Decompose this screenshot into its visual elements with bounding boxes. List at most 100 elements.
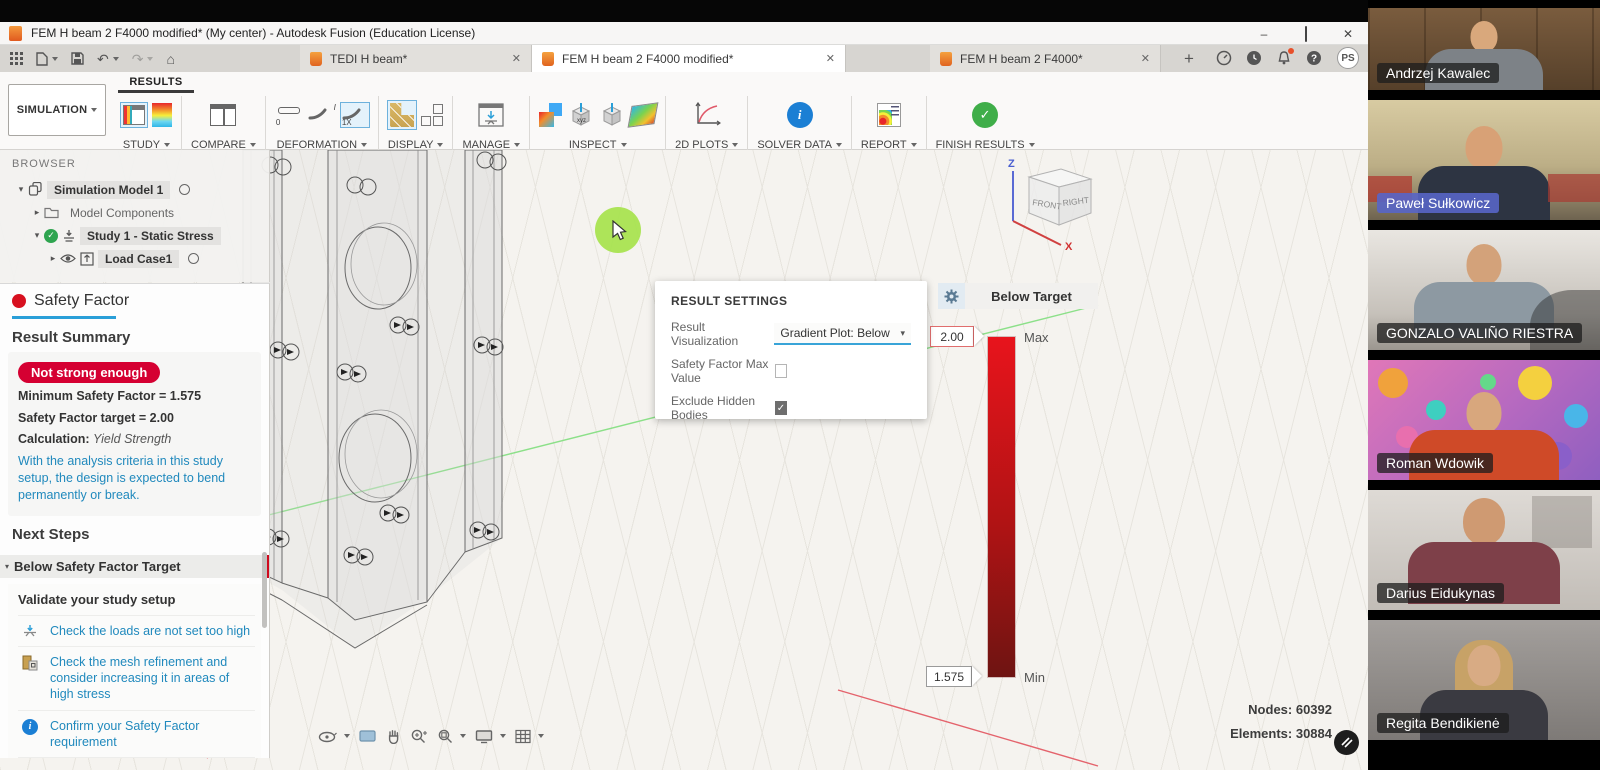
2d-plot-icon[interactable]: [693, 102, 721, 128]
participant-tile[interactable]: Regita Bendikienė: [1368, 620, 1600, 740]
chevron-right-icon[interactable]: ▸: [30, 207, 44, 218]
close-tab-icon[interactable]: ✕: [1119, 52, 1150, 65]
display-wireframe-icon[interactable]: [421, 104, 443, 126]
ribbon-toolbar: SIMULATION RESULTS STUDY COMPARE: [0, 72, 1368, 150]
tab-fem-h-beam[interactable]: FEM H beam 2 F4000* ✕: [930, 45, 1161, 72]
tree-item-simulation-model[interactable]: ▾ Simulation Model 1: [0, 178, 269, 201]
inspect-result-compare-icon[interactable]: [539, 103, 563, 127]
help-icon[interactable]: ?: [1304, 48, 1324, 68]
tree-item-label[interactable]: Simulation Model 1: [47, 181, 170, 199]
validate-card: Validate your study setup Check the load…: [8, 584, 261, 759]
deformation-undeformed-icon[interactable]: 0: [275, 103, 303, 127]
suggestion-item[interactable]: If the Displacement result shows high di…: [18, 757, 255, 758]
grid-settings-tool[interactable]: [515, 729, 544, 744]
visibility-ring-icon[interactable]: [179, 184, 190, 195]
deformation-actual-icon[interactable]: I: [308, 103, 336, 127]
solver-data-info-icon[interactable]: i: [787, 102, 813, 128]
inspect-probe-icon[interactable]: [599, 102, 625, 128]
caret-down-icon: [344, 734, 350, 738]
caret-down-icon: [911, 143, 917, 147]
user-avatar[interactable]: PS: [1337, 47, 1359, 69]
compare-icon[interactable]: [210, 104, 236, 126]
study-results-icon[interactable]: [121, 103, 147, 127]
tree-item-study[interactable]: ▾ ✓ Study 1 - Static Stress: [0, 224, 269, 247]
legend-max-arrow-icon: [974, 326, 984, 346]
orbit-tool[interactable]: [318, 728, 350, 744]
display-settings-tool[interactable]: [475, 729, 506, 744]
participant-tile[interactable]: Roman Wdowik: [1368, 360, 1600, 480]
tab-fem-h-beam-modified[interactable]: FEM H beam 2 F4000 modified* ✕: [532, 45, 846, 72]
suggestion-text[interactable]: Check the mesh refinement and consider i…: [50, 654, 253, 703]
app-grid-menu-icon[interactable]: [10, 52, 23, 65]
minimize-button[interactable]: –: [1256, 27, 1272, 41]
close-tab-icon[interactable]: ✕: [804, 52, 835, 65]
legend-min-value[interactable]: 1.575: [926, 666, 972, 687]
tree-item-load-case[interactable]: ▸ Load Case1: [0, 247, 269, 270]
participant-tile[interactable]: Paweł Sułkowicz: [1368, 100, 1600, 220]
suggestion-text[interactable]: Confirm your Safety Factor requirement: [50, 718, 253, 751]
fusion-doc-icon: [940, 52, 952, 66]
inspect-slice-plane-icon[interactable]: [628, 102, 659, 127]
legend-color-bar[interactable]: [988, 337, 1015, 677]
exclude-hidden-checkbox[interactable]: ✓: [775, 401, 787, 415]
tree-item-label[interactable]: Load Case1: [98, 250, 179, 268]
suggestion-text[interactable]: Check the loads are not set too high: [50, 623, 250, 639]
manage-loads-icon[interactable]: [478, 103, 504, 127]
look-at-tool[interactable]: [359, 729, 376, 743]
tree-item-label[interactable]: Model Components: [63, 204, 181, 222]
panel-scrollbar[interactable]: [262, 552, 267, 628]
zoom-tool[interactable]: [410, 728, 428, 744]
redo-button[interactable]: ↷: [132, 52, 154, 66]
clock-icon[interactable]: [1244, 48, 1264, 68]
ribbon-group-display: DISPLAY: [379, 94, 453, 151]
notifications-bell-icon[interactable]: [1274, 48, 1294, 68]
below-target-expander[interactable]: ▾ Below Safety Factor Target: [0, 555, 269, 578]
legend-max-handle[interactable]: 2.00: [930, 326, 984, 347]
tree-item-model-components[interactable]: ▸ Model Components: [0, 201, 269, 224]
job-status-icon[interactable]: [1214, 48, 1234, 68]
result-type-header[interactable]: Safety Factor: [0, 284, 269, 316]
participant-tile[interactable]: Darius Eidukynas: [1368, 490, 1600, 610]
new-tab-button[interactable]: +: [1178, 48, 1200, 70]
study-legend-icon[interactable]: [152, 103, 172, 127]
tree-item-label[interactable]: Study 1 - Static Stress: [80, 227, 221, 245]
deformation-scale-1x-icon[interactable]: 1X: [341, 103, 369, 127]
mesh-statistics: Nodes: 60392 Elements: 30884: [1230, 698, 1332, 746]
report-icon[interactable]: [877, 103, 901, 127]
caret-down-icon: [621, 143, 627, 147]
file-menu-icon[interactable]: [36, 52, 58, 66]
inspect-point-xyz-icon[interactable]: xyz: [568, 102, 594, 128]
finish-results-check-icon[interactable]: ✓: [972, 102, 998, 128]
display-mesh-icon[interactable]: [388, 101, 416, 129]
eye-icon[interactable]: [60, 253, 76, 264]
close-window-button[interactable]: ✕: [1340, 27, 1356, 41]
legend-settings-button[interactable]: [938, 283, 965, 309]
chevron-right-icon[interactable]: ▸: [46, 253, 60, 264]
maximize-button[interactable]: [1298, 27, 1314, 41]
visibility-ring-icon[interactable]: [188, 253, 199, 264]
legend-max-value[interactable]: 2.00: [930, 326, 974, 347]
participant-tile[interactable]: Andrzej Kawalec: [1368, 8, 1600, 90]
tab-tedi-h-beam[interactable]: TEDI H beam* ✕: [300, 45, 532, 72]
participant-tile[interactable]: GONZALO VALIÑO RIESTRA: [1368, 230, 1600, 350]
view-cube[interactable]: Z FRONT RIGHT X: [995, 155, 1105, 255]
close-tab-icon[interactable]: ✕: [490, 52, 521, 65]
suggestion-item[interactable]: Check the mesh refinement and consider i…: [18, 646, 255, 710]
max-value-checkbox[interactable]: [775, 364, 787, 378]
visualization-dropdown[interactable]: Gradient Plot: Below ▾: [774, 323, 911, 345]
ribbon-section-results: RESULTS: [118, 76, 194, 93]
legend-min-handle[interactable]: 1.575: [926, 666, 982, 687]
fit-tool[interactable]: [437, 728, 466, 744]
workspace-selector[interactable]: SIMULATION: [8, 84, 106, 136]
home-view-icon[interactable]: ⌂: [166, 52, 174, 66]
pan-tool[interactable]: [385, 728, 401, 744]
h-beam-model[interactable]: [243, 150, 506, 648]
undo-button[interactable]: ↶: [97, 52, 119, 66]
save-icon[interactable]: [71, 52, 84, 65]
chevron-down-icon[interactable]: ▾: [14, 184, 28, 195]
suggestion-item[interactable]: i Confirm your Safety Factor requirement: [18, 710, 255, 758]
meeting-watermark-icon: [1334, 730, 1359, 755]
suggestion-item[interactable]: Check the loads are not set too high: [18, 615, 255, 646]
chevron-down-icon[interactable]: ▾: [30, 230, 44, 241]
caret-down-icon: [836, 143, 842, 147]
